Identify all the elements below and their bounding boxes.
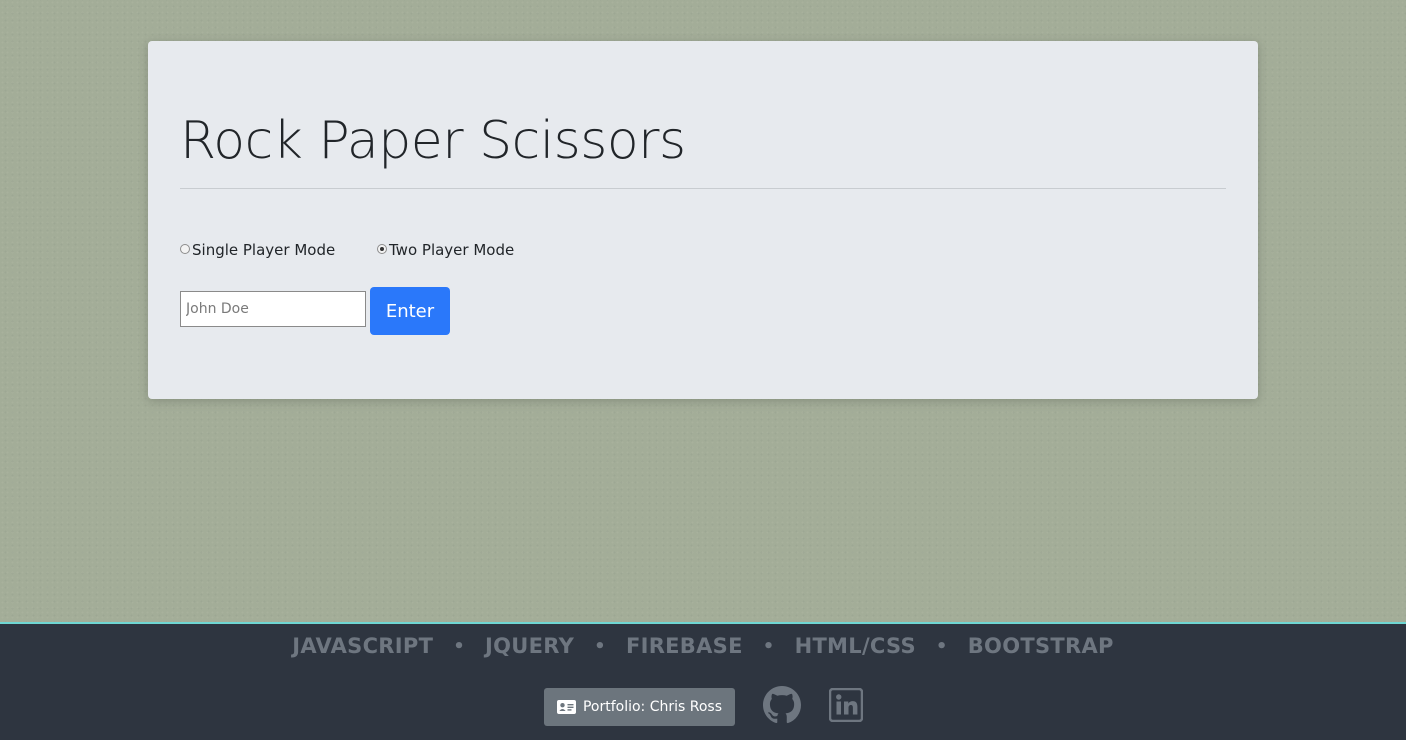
- github-icon: [763, 686, 801, 724]
- single-player-label: Single Player Mode: [192, 241, 336, 259]
- technology-list: JAVASCRIPT • JQUERY • FIREBASE • HTML/CS…: [0, 634, 1406, 658]
- tech-separator: •: [935, 635, 948, 657]
- id-card-icon: [556, 700, 576, 714]
- tech-item-firebase: FIREBASE: [625, 634, 743, 658]
- tech-item-javascript: JAVASCRIPT: [292, 634, 434, 658]
- two-player-radio[interactable]: [377, 244, 387, 254]
- page-title: Rock Paper Scissors: [180, 111, 686, 171]
- title-divider: [180, 188, 1226, 189]
- linkedin-icon: [828, 687, 864, 723]
- github-link[interactable]: [763, 686, 801, 724]
- portfolio-button[interactable]: Portfolio: Chris Ross: [544, 688, 735, 726]
- linkedin-link[interactable]: [828, 687, 864, 723]
- tech-item-bootstrap: BOOTSTRAP: [967, 634, 1114, 658]
- single-player-radio[interactable]: [180, 244, 190, 254]
- enter-button[interactable]: Enter: [370, 287, 450, 335]
- player-name-input[interactable]: [180, 291, 366, 327]
- tech-separator: •: [594, 635, 606, 657]
- two-player-label: Two Player Mode: [389, 241, 515, 259]
- tech-item-jquery: JQUERY: [485, 634, 575, 658]
- tech-item-html-css: HTML/CSS: [794, 634, 916, 658]
- two-player-mode-option[interactable]: Two Player Mode: [377, 241, 514, 259]
- tech-separator: •: [762, 635, 775, 657]
- single-player-mode-option[interactable]: Single Player Mode: [180, 241, 335, 259]
- footer: JAVASCRIPT • JQUERY • FIREBASE • HTML/CS…: [0, 622, 1406, 740]
- portfolio-label: Portfolio: Chris Ross: [582, 699, 723, 715]
- tech-separator: •: [453, 635, 466, 657]
- game-card: Rock Paper Scissors Single Player Mode T…: [148, 41, 1258, 399]
